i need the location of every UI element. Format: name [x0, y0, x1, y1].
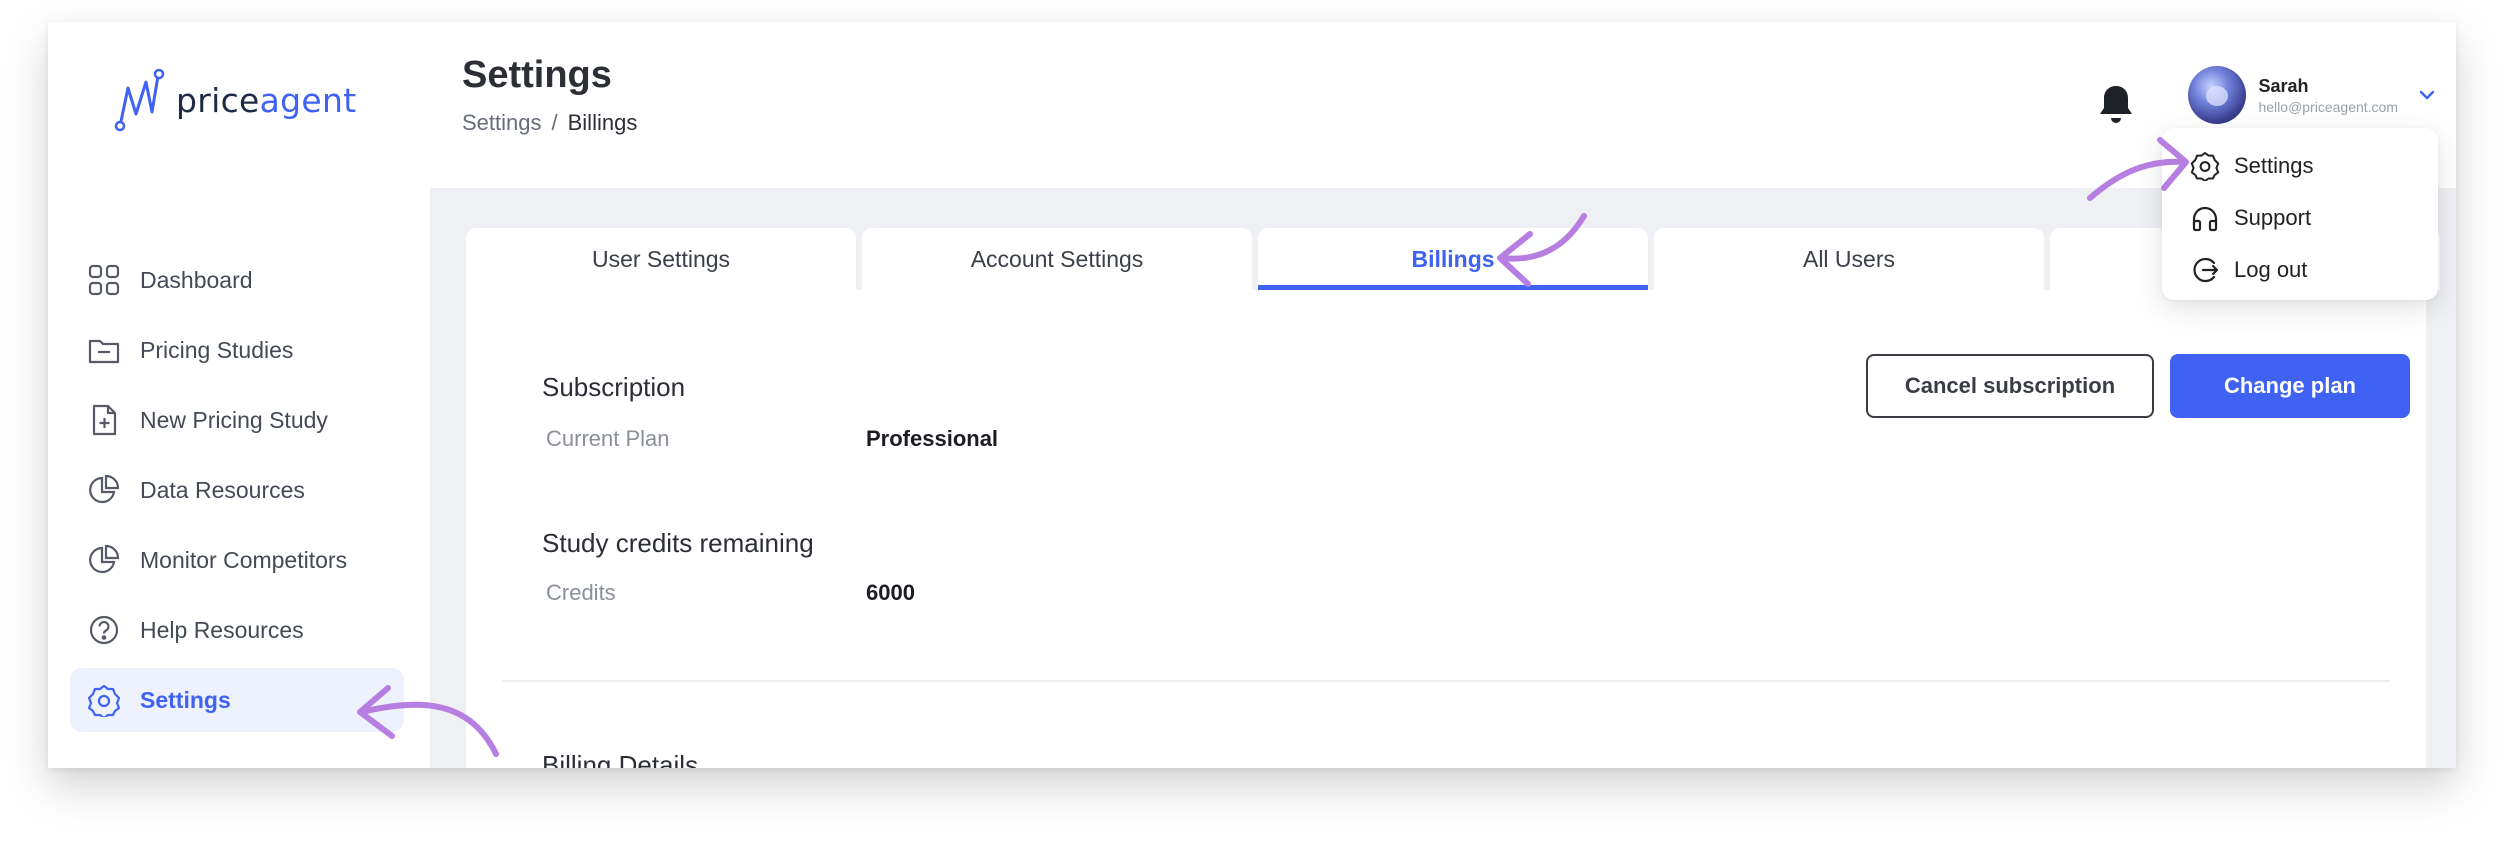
sidebar-item-new-pricing-study[interactable]: New Pricing Study: [70, 388, 404, 452]
brand-logo[interactable]: priceagent: [112, 68, 356, 132]
folder-icon: [86, 332, 122, 368]
bell-icon[interactable]: [2096, 82, 2136, 126]
user-dropdown-menu: Settings Support Log out: [2162, 128, 2438, 300]
settings-tabs: User Settings Account Settings Billings …: [466, 228, 2456, 290]
user-info: Sarah hello@priceagent.com: [2258, 76, 2398, 115]
sidebar-item-label: Dashboard: [140, 266, 253, 293]
sidebar-item-settings[interactable]: Settings: [70, 668, 404, 732]
avatar: [2188, 66, 2247, 124]
tab-all-users[interactable]: All Users: [1654, 228, 2044, 290]
billing-panel: Subscription Current Plan Professional S…: [466, 290, 2426, 768]
sidebar: priceagent Dashboard Pricing Studies New…: [48, 22, 430, 768]
credits-value: 6000: [866, 580, 915, 605]
help-circle-icon: [86, 612, 122, 648]
page-title: Settings: [462, 54, 612, 96]
change-plan-button[interactable]: Change plan: [2170, 354, 2410, 418]
section-divider: [502, 680, 2390, 682]
user-email: hello@priceagent.com: [2258, 98, 2398, 115]
menu-item-logout[interactable]: Log out: [2162, 244, 2438, 296]
tab-account-settings[interactable]: Account Settings: [862, 228, 1252, 290]
sidebar-item-dashboard[interactable]: Dashboard: [70, 248, 404, 312]
gear-icon: [2190, 152, 2220, 181]
breadcrumb-root[interactable]: Settings: [462, 110, 542, 135]
headphones-icon: [2192, 206, 2218, 232]
menu-item-label: Support: [2234, 205, 2312, 230]
user-menu-trigger[interactable]: Sarah hello@priceagent.com: [2188, 66, 2438, 124]
sidebar-item-monitor-competitors[interactable]: Monitor Competitors: [70, 528, 404, 592]
breadcrumb-separator: /: [551, 110, 558, 135]
logo-icon: [114, 68, 165, 132]
brand-name: priceagent: [176, 80, 357, 120]
credits-label: Credits: [546, 580, 616, 605]
user-name: Sarah: [2258, 75, 2309, 96]
sidebar-item-label: Pricing Studies: [140, 336, 294, 363]
current-plan-value: Professional: [866, 426, 999, 451]
menu-item-label: Settings: [2234, 153, 2314, 178]
chevron-down-icon: [2419, 90, 2435, 100]
menu-item-settings[interactable]: Settings: [2162, 140, 2438, 192]
sidebar-item-label: Monitor Competitors: [140, 546, 348, 573]
cancel-subscription-button[interactable]: Cancel subscription: [1866, 354, 2154, 418]
billing-details-title: Billing Details: [542, 750, 699, 768]
pie-chart-icon: [86, 472, 122, 508]
sidebar-item-label: Settings: [140, 686, 231, 713]
breadcrumb-current: Billings: [567, 110, 638, 135]
credits-title: Study credits remaining: [542, 528, 814, 558]
tab-user-settings[interactable]: User Settings: [466, 228, 856, 290]
sidebar-item-label: Data Resources: [140, 476, 305, 503]
sidebar-item-label: Help Resources: [140, 616, 304, 643]
main-content: User Settings Account Settings Billings …: [430, 188, 2456, 768]
breadcrumb: Settings / Billings: [462, 110, 637, 136]
logout-icon: [2193, 257, 2219, 283]
sidebar-item-help-resources[interactable]: Help Resources: [70, 598, 404, 662]
subscription-title: Subscription: [542, 372, 686, 402]
gear-icon: [86, 682, 122, 718]
sidebar-item-pricing-studies[interactable]: Pricing Studies: [70, 318, 404, 382]
current-plan-label: Current Plan: [546, 426, 670, 451]
menu-item-label: Log out: [2234, 257, 2308, 282]
app-window: priceagent Dashboard Pricing Studies New…: [48, 22, 2456, 768]
sidebar-nav: Dashboard Pricing Studies New Pricing St…: [70, 248, 404, 738]
pie-chart-icon: [86, 542, 122, 578]
sidebar-item-label: New Pricing Study: [140, 406, 328, 433]
top-header: Settings Settings / Billings Sarah hello@p…: [430, 22, 2456, 188]
tab-billings[interactable]: Billings: [1258, 228, 1648, 290]
grid-icon: [86, 262, 122, 298]
file-plus-icon: [86, 402, 122, 438]
menu-item-support[interactable]: Support: [2162, 192, 2438, 244]
sidebar-item-data-resources[interactable]: Data Resources: [70, 458, 404, 522]
